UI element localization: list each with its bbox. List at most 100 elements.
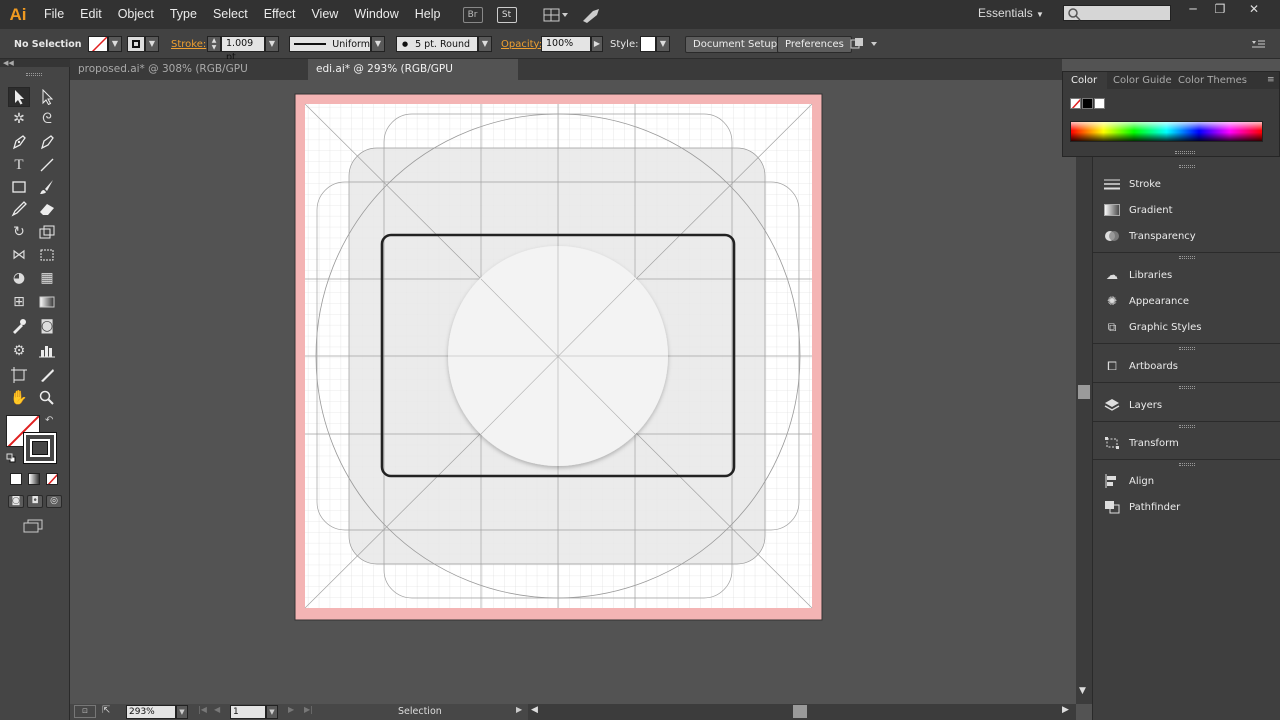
gradient-mode-icon[interactable] (28, 473, 40, 485)
previous-artboard-icon[interactable]: ◀ (214, 705, 220, 714)
shape-builder-tool-icon[interactable]: ◕ (8, 268, 30, 288)
panel-stroke[interactable]: Stroke (1103, 172, 1161, 196)
none-swatch[interactable] (1070, 98, 1081, 109)
share-icon[interactable]: ⇱ (102, 705, 118, 718)
canvas-area[interactable] (70, 80, 1076, 704)
tab-color-themes[interactable]: Color Themes (1178, 72, 1247, 89)
variable-width-profile[interactable]: Uniform (289, 36, 371, 52)
tab-color[interactable]: Color (1063, 72, 1107, 89)
selection-tool-icon[interactable] (8, 87, 30, 107)
eyedropper-tool-icon[interactable] (8, 316, 30, 336)
shaper-tool-icon[interactable] (8, 199, 30, 219)
gpu-performance-icon[interactable] (581, 7, 601, 23)
draw-behind-icon[interactable]: ◘ (27, 495, 43, 508)
zoom-dropdown[interactable]: ▼ (176, 705, 188, 719)
scale-tool-icon[interactable] (36, 222, 58, 242)
stock-icon[interactable]: St (496, 6, 517, 23)
panel-transform[interactable]: Transform (1103, 431, 1179, 455)
screen-mode-icon[interactable] (22, 519, 44, 533)
tab-edi[interactable]: edi.ai* @ 293% (RGB/GPU Preview)✕ (308, 59, 518, 96)
toolbar-grip[interactable] (26, 73, 42, 76)
last-artboard-icon[interactable]: ▶| (304, 705, 313, 714)
dock-grip[interactable] (1179, 425, 1195, 428)
first-artboard-icon[interactable]: |◀ (198, 705, 207, 714)
lasso-tool-icon[interactable]: ᘓ (36, 109, 58, 129)
opacity-field[interactable]: 100% (541, 36, 591, 52)
vertical-scroll-thumb[interactable] (1078, 385, 1090, 399)
panel-align[interactable]: Align (1103, 469, 1154, 493)
swap-fill-stroke-icon[interactable]: ↶ (45, 415, 53, 426)
gradient-tool-icon[interactable] (36, 292, 58, 312)
vertical-scrollbar[interactable]: ▼ (1076, 80, 1092, 704)
dock-grip[interactable] (1179, 463, 1195, 466)
panel-pathfinder[interactable]: Pathfinder (1103, 495, 1180, 519)
hand-tool-icon[interactable]: ✋ (8, 388, 30, 408)
default-fill-stroke-icon[interactable] (6, 453, 16, 463)
dock-grip[interactable] (1179, 256, 1195, 259)
column-graph-tool-icon[interactable] (36, 341, 58, 361)
rectangle-tool-icon[interactable] (8, 177, 30, 197)
opacity-label[interactable]: Opacity: (501, 39, 542, 50)
width-tool-icon[interactable]: ⋈ (8, 245, 30, 265)
workspace-switcher[interactable]: Essentials ▼ (978, 0, 1044, 26)
curvature-tool-icon[interactable] (36, 132, 58, 152)
gpu-icon[interactable]: ⊡ (74, 705, 96, 718)
scroll-right-icon[interactable]: ▶ (1062, 705, 1069, 715)
search-help-field[interactable] (1063, 5, 1171, 21)
graphic-style-swatch[interactable] (640, 36, 656, 52)
horizontal-scrollbar[interactable]: ◀ ▶ (528, 704, 1076, 720)
free-transform-tool-icon[interactable] (36, 245, 58, 265)
fill-dropdown[interactable]: ▼ (108, 36, 122, 52)
dock-grip[interactable] (1179, 165, 1195, 168)
color-mode-icon[interactable] (10, 473, 22, 485)
draw-normal-icon[interactable]: ◙ (8, 495, 24, 508)
pen-tool-icon[interactable] (8, 132, 30, 152)
brush-definition[interactable]: ● 5 pt. Round (396, 36, 478, 52)
preferences-button[interactable]: Preferences (777, 35, 852, 53)
next-artboard-icon[interactable]: ▶ (288, 705, 294, 714)
stroke-weight-field[interactable]: 1.009 pt (221, 36, 265, 63)
perspective-grid-tool-icon[interactable]: ▦ (36, 268, 58, 288)
stroke-label[interactable]: Stroke: (171, 39, 206, 50)
panel-layers[interactable]: Layers (1103, 393, 1162, 417)
status-menu-icon[interactable]: ▶ (516, 705, 522, 714)
artboard-number-field[interactable]: 1 (230, 705, 266, 719)
toolbar-collapse-icon[interactable]: ◀◀ (0, 59, 70, 67)
stroke-weight-dropdown[interactable]: ▼ (265, 36, 279, 52)
mesh-tool-icon[interactable]: ⊞ (8, 292, 30, 312)
slice-tool-icon[interactable] (36, 365, 58, 385)
paintbrush-tool-icon[interactable] (36, 177, 58, 197)
stroke-weight-stepper[interactable]: ▲ ▼ (207, 36, 221, 52)
white-swatch[interactable] (1094, 98, 1105, 109)
menu-type[interactable]: Type (162, 0, 205, 29)
graphic-style-dropdown[interactable]: ▼ (656, 36, 670, 52)
panel-appearance[interactable]: ✺ Appearance (1103, 289, 1189, 313)
fill-swatch[interactable] (88, 36, 108, 52)
panel-graphic-styles[interactable]: ⧉ Graphic Styles (1103, 315, 1202, 339)
document-setup-button[interactable]: Document Setup (685, 35, 786, 53)
menu-select[interactable]: Select (205, 0, 256, 29)
dock-grip[interactable] (1179, 347, 1195, 350)
panel-transparency[interactable]: Transparency (1103, 224, 1196, 248)
menu-effect[interactable]: Effect (256, 0, 304, 29)
profile-dropdown[interactable]: ▼ (371, 36, 385, 52)
minimize-button[interactable]: ─ (1179, 0, 1207, 18)
zoom-field[interactable]: 293% (126, 705, 176, 719)
panel-artboards[interactable]: ⧠ Artboards (1103, 354, 1178, 378)
stroke-swatch[interactable] (127, 36, 145, 52)
rotate-tool-icon[interactable]: ↻ (8, 222, 30, 242)
scroll-left-icon[interactable]: ◀ (531, 705, 538, 715)
brush-dropdown[interactable]: ▼ (478, 36, 492, 52)
eraser-tool-icon[interactable] (36, 199, 58, 219)
menu-view[interactable]: View (303, 0, 346, 29)
bridge-icon[interactable]: Br (462, 6, 483, 23)
magic-wand-tool-icon[interactable]: ✲ (8, 109, 30, 129)
scroll-down-icon[interactable]: ▼ (1079, 686, 1086, 696)
line-segment-tool-icon[interactable] (36, 155, 58, 175)
black-swatch[interactable] (1082, 98, 1093, 109)
blend-tool-icon[interactable]: ◙ (36, 316, 58, 336)
control-bar-menu-icon[interactable] (1250, 38, 1266, 50)
menu-window[interactable]: Window (346, 0, 406, 29)
type-tool-icon[interactable]: T (8, 155, 30, 175)
close-button[interactable]: ✕ (1240, 0, 1268, 18)
